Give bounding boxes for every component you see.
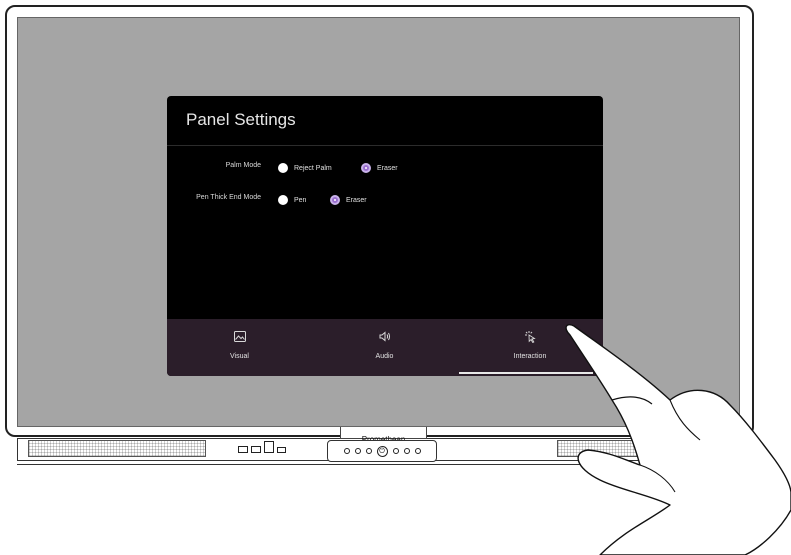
touching-hand-illustration: [565, 324, 791, 555]
